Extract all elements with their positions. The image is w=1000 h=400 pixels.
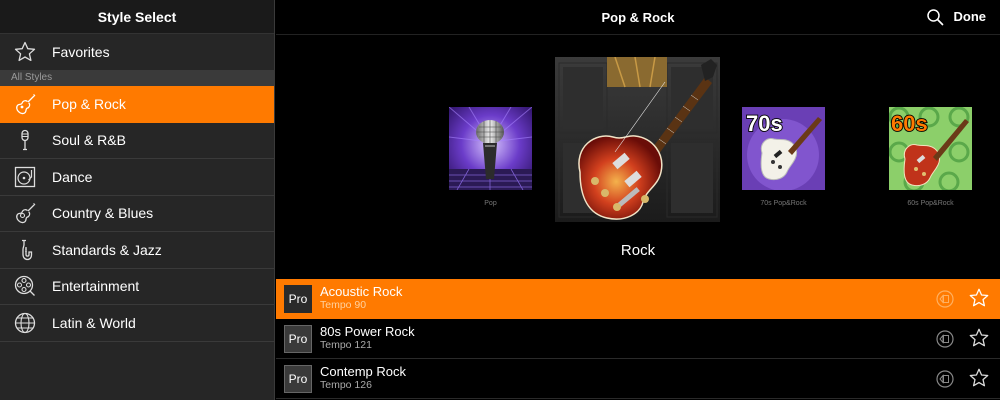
sidebar-item-pop-rock[interactable]: Pop & Rock bbox=[0, 86, 274, 123]
favorite-star-icon[interactable] bbox=[968, 327, 990, 349]
preview-play-icon[interactable] bbox=[936, 370, 954, 388]
sidebar-item-latin-world[interactable]: Latin & World bbox=[0, 305, 274, 342]
style-tempo: Tempo 126 bbox=[320, 379, 372, 392]
sidebar-item-label: Dance bbox=[52, 168, 93, 185]
preview-play-icon[interactable] bbox=[936, 330, 954, 348]
pro-badge: Pro bbox=[284, 324, 312, 353]
style-browser: Pop & Rock Done Pop 70s 70s Pop&Rock 60s… bbox=[276, 0, 1000, 400]
sidebar-item-label: Entertainment bbox=[52, 278, 140, 295]
film-reel-icon bbox=[12, 273, 38, 299]
acoustic-guitar-icon bbox=[12, 200, 38, 226]
rock-cover[interactable] bbox=[555, 56, 720, 222]
pro-badge: Pro bbox=[284, 284, 312, 313]
header-bar: Pop & Rock Done bbox=[276, 0, 1000, 34]
sidebar-item-standards-jazz[interactable]: Standards & Jazz bbox=[0, 232, 274, 269]
style-tempo: Tempo 90 bbox=[320, 299, 367, 312]
page-title: Pop & Rock bbox=[601, 9, 675, 25]
style-name: 80s Power Rock bbox=[320, 324, 415, 340]
sidebar-item-label: Country & Blues bbox=[52, 205, 154, 222]
style-list: Pro Acoustic Rock Tempo 90 Pro 80s Power… bbox=[276, 279, 1000, 399]
selected-style-caption: Rock bbox=[620, 242, 656, 259]
turntable-icon bbox=[12, 164, 38, 190]
60s-badge: 60s bbox=[891, 111, 928, 136]
pop-cover[interactable] bbox=[448, 106, 533, 191]
list-item[interactable]: Pro Acoustic Rock Tempo 90 bbox=[276, 279, 1000, 319]
sidebar-item-label: Favorites bbox=[52, 44, 110, 60]
style-name: Contemp Rock bbox=[320, 364, 406, 380]
section-label: All Styles bbox=[0, 70, 274, 86]
pro-badge: Pro bbox=[284, 364, 312, 393]
70s-caption: 70s Pop&Rock bbox=[760, 200, 807, 207]
60s-pop-rock-cover[interactable]: 60s bbox=[888, 106, 972, 193]
sidebar-item-favorites[interactable]: Favorites bbox=[0, 34, 274, 70]
pop-caption: Pop bbox=[484, 200, 497, 207]
preview-play-icon[interactable] bbox=[936, 290, 954, 308]
favorite-star-icon[interactable] bbox=[968, 287, 990, 309]
sidebar-item-label: Pop & Rock bbox=[52, 95, 126, 112]
70s-pop-rock-cover[interactable]: 70s bbox=[742, 107, 825, 191]
sidebar-item-soul-rnb[interactable]: Soul & R&B bbox=[0, 122, 274, 159]
globe-icon bbox=[12, 310, 38, 336]
list-item[interactable]: Pro 80s Power Rock Tempo 121 bbox=[276, 319, 1000, 359]
search-icon[interactable] bbox=[926, 8, 944, 26]
style-tempo: Tempo 121 bbox=[320, 339, 372, 352]
sidebar-title: Style Select bbox=[0, 0, 274, 34]
60s-caption: 60s Pop&Rock bbox=[907, 200, 954, 207]
70s-badge: 70s bbox=[746, 111, 783, 136]
sidebar-item-dance[interactable]: Dance bbox=[0, 159, 274, 196]
list-item[interactable]: Pro Contemp Rock Tempo 126 bbox=[276, 359, 1000, 399]
saxophone-icon bbox=[12, 237, 38, 263]
favorite-star-icon[interactable] bbox=[968, 367, 990, 389]
style-carousel[interactable]: Pop 70s 70s Pop&Rock 60s 60s Pop&Rock Ro… bbox=[276, 34, 1000, 278]
sidebar-item-country-blues[interactable]: Country & Blues bbox=[0, 195, 274, 232]
sidebar-item-label: Latin & World bbox=[52, 314, 136, 331]
sidebar-item-label: Standards & Jazz bbox=[52, 241, 162, 258]
guitar-icon bbox=[12, 91, 38, 117]
sidebar-item-label: Soul & R&B bbox=[52, 132, 126, 149]
style-sidebar: Style Select Favorites All Styles Pop & … bbox=[0, 0, 275, 400]
sidebar-item-entertainment[interactable]: Entertainment bbox=[0, 268, 274, 305]
star-icon bbox=[12, 39, 38, 65]
done-button[interactable]: Done bbox=[954, 9, 987, 24]
microphone-icon bbox=[12, 127, 38, 153]
style-name: Acoustic Rock bbox=[320, 284, 403, 300]
